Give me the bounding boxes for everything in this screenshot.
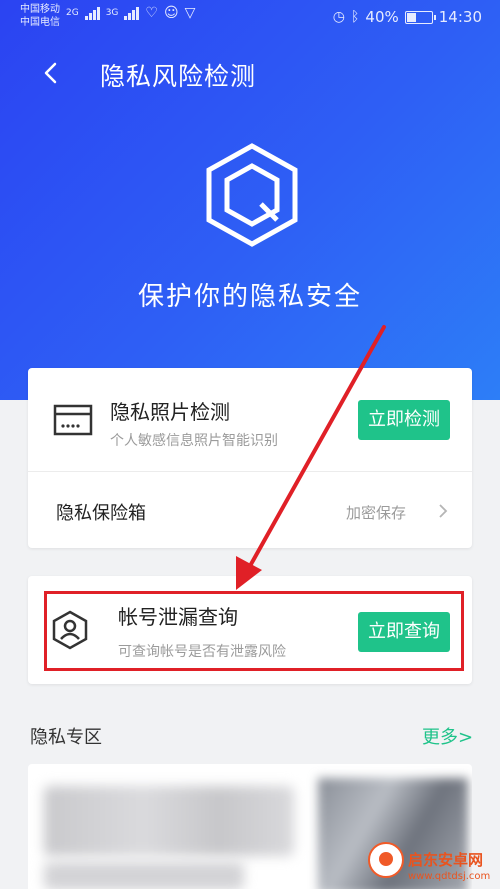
carrier-1: 中国移动 (20, 4, 60, 15)
carrier-labels: 中国移动 中国电信 (20, 3, 60, 29)
more-link[interactable]: 更多> (422, 723, 473, 749)
battery-fill (406, 12, 416, 22)
watermark-text: 启东安卓网 (408, 851, 484, 869)
photo-frame-icon (53, 404, 93, 436)
blurred-content (44, 786, 294, 856)
photo-check-row[interactable]: 隐私照片检测 个人敏感信息照片智能识别 立即检测 (28, 368, 472, 472)
network-indicators: 2G 3G ♡ ☺ ▽ (66, 6, 195, 20)
back-arrow-icon[interactable] (36, 58, 66, 88)
vault-hint: 加密保存 (346, 504, 407, 522)
battery-percent: 40% (365, 8, 399, 26)
qq-icon: ☺ (163, 5, 179, 21)
privacy-vault-row[interactable]: 隐私保险箱 加密保存 (28, 472, 472, 548)
alarm-icon: ◷ (332, 9, 346, 25)
carrier-2: 中国电信 (20, 17, 60, 28)
watermark-logo (368, 842, 404, 878)
highlight-box (44, 591, 464, 671)
signal-icon (84, 6, 100, 20)
privacy-tools-card: 隐私照片检测 个人敏感信息照片智能识别 立即检测 隐私保险箱 加密保存 (28, 368, 472, 548)
privacy-shield-logo-icon (206, 143, 298, 247)
net-type-2: 3G (105, 8, 119, 18)
photo-check-subtitle: 个人敏感信息照片智能识别 (110, 433, 278, 449)
privacy-zone-card[interactable] (28, 764, 472, 889)
watermark-url: www.qdtdsj.com (408, 871, 491, 882)
heartbeat-icon: ♡ (145, 5, 158, 21)
privacy-zone-title: 隐私专区 (30, 727, 102, 748)
bluetooth-icon: ᛒ (351, 9, 360, 25)
signal-icon (124, 6, 140, 20)
hero-subtitle: 保护你的隐私安全 (137, 282, 362, 312)
chevron-right-icon (439, 504, 448, 518)
clock: 14:30 (438, 8, 482, 26)
shield-icon: ▽ (184, 5, 196, 21)
photo-check-title: 隐私照片检测 (110, 400, 230, 424)
page-title: 隐私风险检测 (100, 62, 257, 91)
status-bar: 中国移动 中国电信 2G 3G ♡ ☺ ▽ ◷ ᛒ 40% 14:30 (0, 0, 500, 34)
blurred-content (44, 862, 244, 889)
detect-now-button[interactable]: 立即检测 (358, 400, 450, 440)
status-right: ◷ ᛒ 40% 14:30 (333, 8, 482, 26)
battery-icon (404, 10, 436, 24)
net-type-1: 2G (66, 8, 79, 18)
vault-title: 隐私保险箱 (56, 503, 146, 524)
